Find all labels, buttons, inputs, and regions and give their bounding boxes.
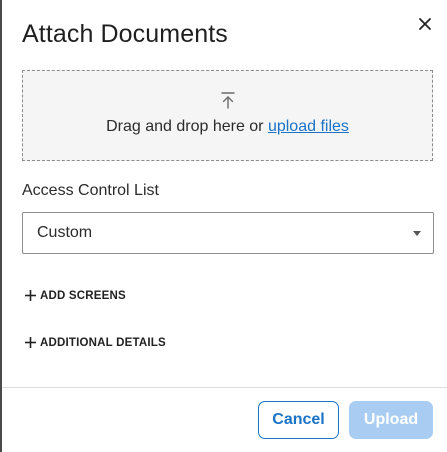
- upload-arrow-icon: [221, 92, 235, 109]
- close-button[interactable]: [415, 14, 435, 34]
- additional-details-toggle[interactable]: ADDITIONAL DETAILS: [24, 336, 166, 349]
- caret-down-icon: [413, 231, 421, 236]
- dropzone-text: Drag and drop here or upload files: [23, 118, 432, 136]
- upload-files-link[interactable]: upload files: [268, 118, 349, 135]
- acl-select[interactable]: Custom: [22, 212, 434, 254]
- acl-label: Access Control List: [22, 182, 159, 199]
- additional-details-label: ADDITIONAL DETAILS: [40, 336, 166, 349]
- add-screens-toggle[interactable]: ADD SCREENS: [24, 289, 126, 302]
- plus-icon: [25, 290, 36, 301]
- file-dropzone[interactable]: Drag and drop here or upload files: [22, 70, 433, 161]
- plus-icon: [25, 337, 36, 348]
- add-screens-label: ADD SCREENS: [40, 289, 126, 302]
- dropzone-instruction: Drag and drop here or: [106, 118, 268, 135]
- upload-button[interactable]: Upload: [349, 401, 433, 439]
- dialog-title: Attach Documents: [22, 20, 228, 48]
- footer-divider: [2, 387, 447, 388]
- acl-selected-value: Custom: [37, 224, 93, 241]
- attach-documents-dialog: Attach Documents Drag and drop here or u…: [0, 0, 447, 452]
- cancel-button[interactable]: Cancel: [258, 401, 339, 439]
- close-icon: [419, 18, 431, 30]
